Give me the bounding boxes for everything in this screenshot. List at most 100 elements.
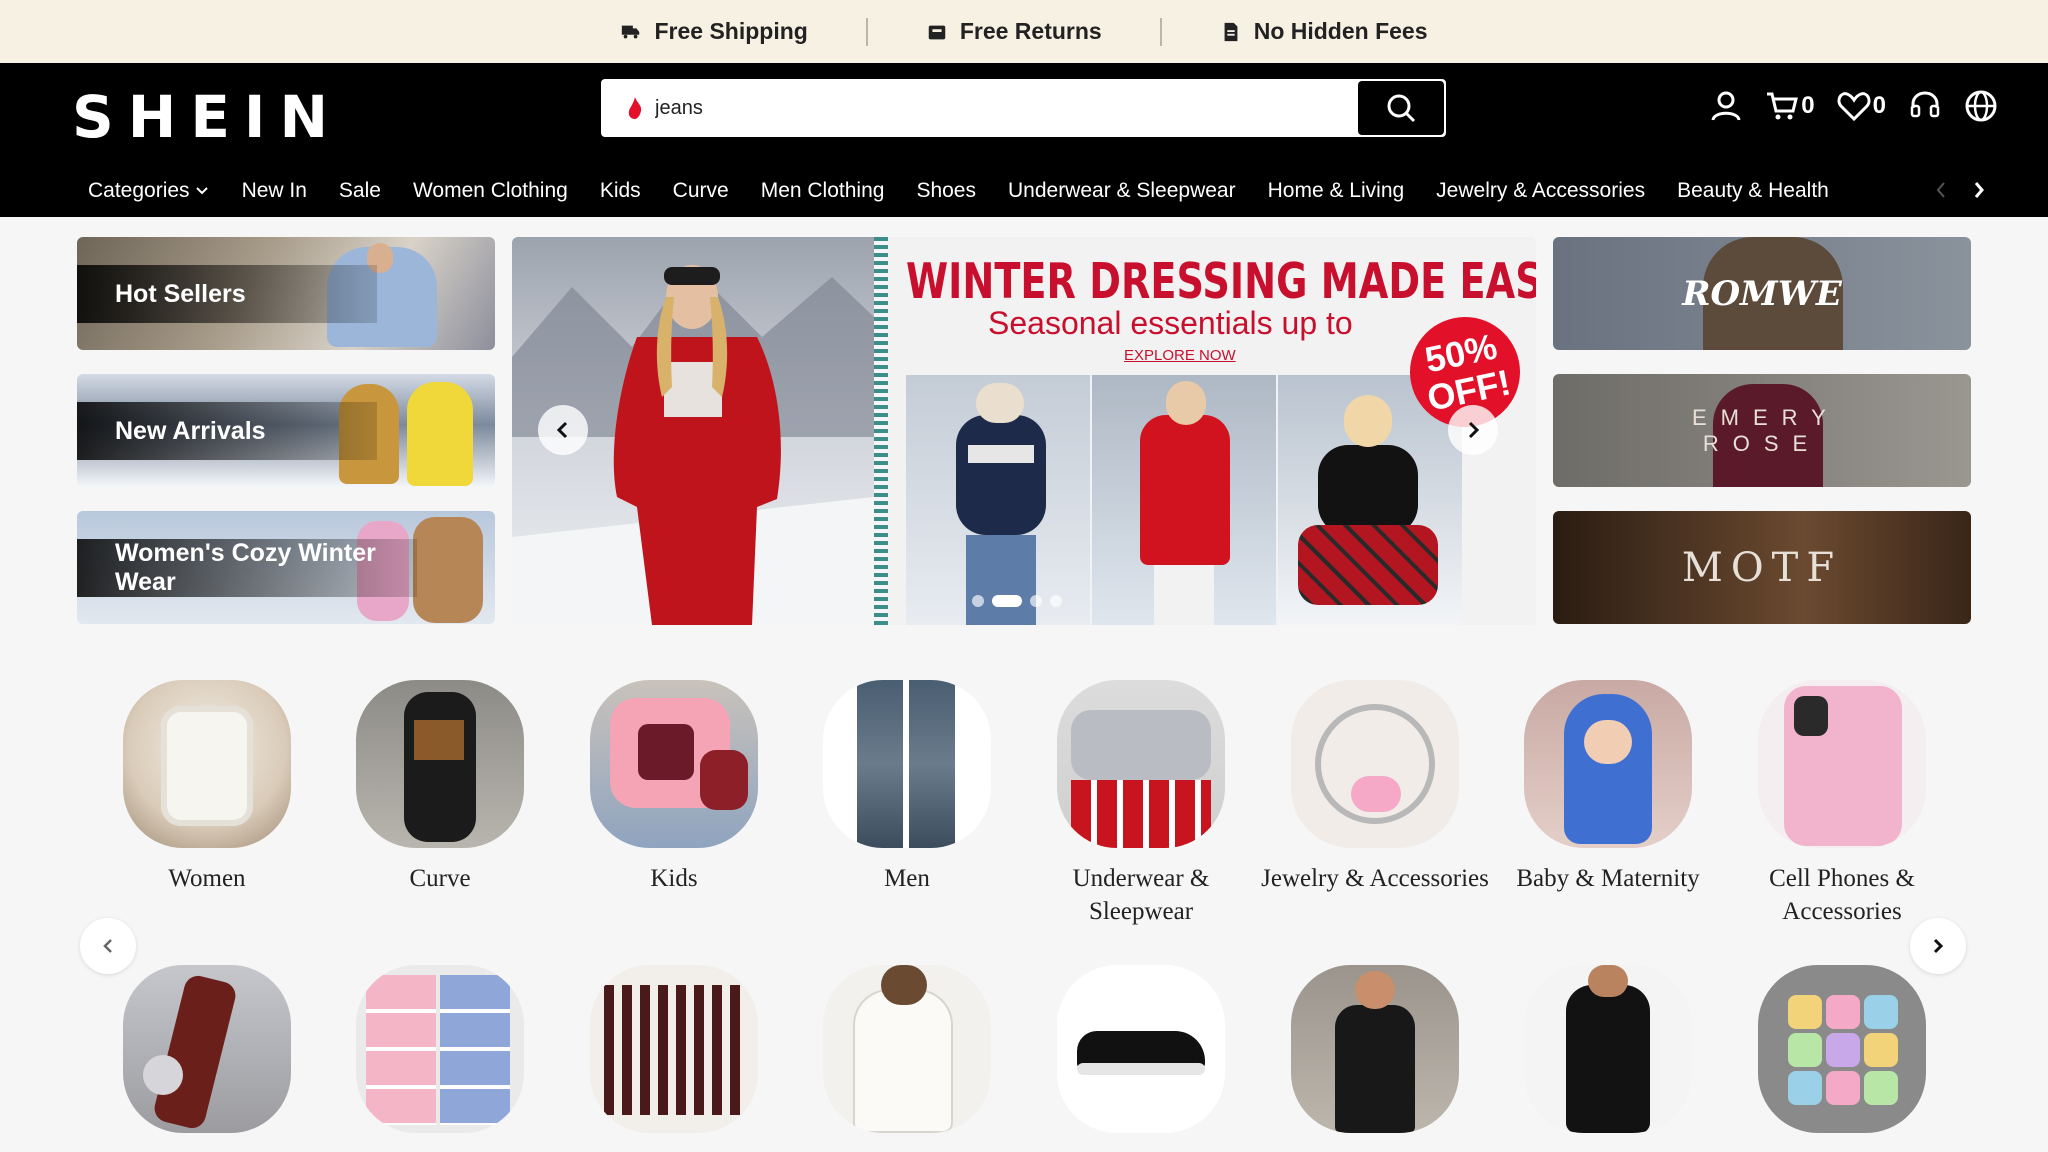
site-header: SHEIN 0 0 Categories [0,63,2048,217]
nav-jewelry-accessories[interactable]: Jewelry & Accessories [1436,179,1645,203]
chevron-left-icon[interactable] [1932,178,1950,202]
carousel-dot[interactable] [1030,595,1042,607]
brand-emery-rose[interactable]: EMERY ROSE [1553,374,1971,487]
carousel-dot[interactable] [1050,595,1062,607]
nav-curve[interactable]: Curve [673,179,729,203]
promo-strip: Free Shipping Free Returns No Hidden Fee… [0,0,2048,63]
category-image [1758,680,1926,848]
brand-name: EMERY ROSE [1692,404,1840,456]
category-women[interactable]: Women [90,680,324,895]
category-label: Curve [409,865,471,892]
chevron-right-icon [1468,421,1480,439]
brand-name: ROMWE [1682,273,1842,314]
truck-icon [622,25,640,38]
promo-no-hidden-fees[interactable]: No Hidden Fees [1162,18,1486,45]
category-label: Jewelry & Accessories [1261,865,1489,892]
header-actions: 0 0 [1709,89,1998,123]
category-tile[interactable] [1024,965,1258,1133]
category-tile[interactable] [90,965,324,1133]
heart-icon [1837,92,1871,122]
cart-icon [1767,92,1799,120]
carousel-dots [972,595,1062,607]
carousel-dot[interactable] [972,595,984,607]
nav-underwear-sleepwear[interactable]: Underwear & Sleepwear [1008,179,1236,203]
receipt-icon [1224,22,1238,41]
chevron-right-icon[interactable] [1970,178,1988,202]
category-baby-maternity[interactable]: Baby & Maternity [1491,680,1725,895]
category-image [1057,965,1225,1133]
category-men[interactable]: Men [790,680,1024,895]
cart-button[interactable]: 0 [1765,89,1815,123]
nav-label: Categories [88,179,190,202]
nav-men-clothing[interactable]: Men Clothing [761,179,885,203]
cart-count: 0 [1801,92,1815,119]
promo-label: No Hidden Fees [1253,18,1428,44]
search-button[interactable] [1358,81,1444,135]
category-tile[interactable] [790,965,1024,1133]
category-cell-phones-accessories[interactable]: Cell Phones & Accessories [1725,680,1959,928]
category-underwear-sleepwear[interactable]: Underwear & Sleepwear [1024,680,1258,928]
category-image [1291,680,1459,848]
nav-sale[interactable]: Sale [339,179,381,203]
category-label: Baby & Maternity [1516,865,1700,892]
nav-home-living[interactable]: Home & Living [1268,179,1405,203]
category-image [590,680,758,848]
nav-kids[interactable]: Kids [600,179,641,203]
tile-new-arrivals[interactable]: New Arrivals [77,374,495,487]
language-button[interactable] [1964,89,1998,123]
nav-beauty-health[interactable]: Beauty & Health [1677,179,1829,203]
category-image [1524,965,1692,1133]
category-image [823,965,991,1133]
carousel-prev-button[interactable] [538,405,588,455]
carousel-next-button[interactable] [1448,405,1498,455]
category-kids[interactable]: Kids [557,680,791,895]
category-jewelry-accessories[interactable]: Jewelry & Accessories [1258,680,1492,895]
nav-categories[interactable]: Categories [88,179,210,203]
search-icon [1387,94,1416,123]
tile-label: Women's Cozy Winter Wear [77,539,417,597]
category-image [356,965,524,1133]
chevron-left-icon [103,939,112,953]
category-curve[interactable]: Curve [323,680,557,895]
hero-carousel[interactable]: WINTER DRESSING MADE EASY Seasonal essen… [512,237,1536,625]
carousel-dot-active[interactable] [992,595,1022,607]
category-image [1291,965,1459,1133]
account-button[interactable] [1709,89,1743,123]
chevron-down-icon [195,187,208,195]
flame-icon [628,97,642,119]
brand-tiles: ROMWE EMERY ROSE MOTF [1553,237,1971,648]
tile-cozy-winter[interactable]: Women's Cozy Winter Wear [77,511,495,624]
promo-free-returns[interactable]: Free Returns [868,18,1160,45]
wishlist-button[interactable]: 0 [1837,89,1886,123]
brand-romwe[interactable]: ROMWE [1553,237,1971,350]
category-tile[interactable] [1258,965,1492,1133]
chevron-right-icon [1933,938,1944,954]
category-image [356,680,524,848]
category-tile[interactable] [1491,965,1725,1133]
hero-subtitle: Seasonal essentials up to [988,305,1353,341]
search-input[interactable] [603,81,1358,135]
globe-icon [1965,90,1997,122]
category-image [123,680,291,848]
promo-free-shipping[interactable]: Free Shipping [562,18,865,45]
tile-label: New Arrivals [77,402,377,460]
chevron-left-icon [556,421,568,439]
hero-title: WINTER DRESSING MADE EASY [906,253,1536,310]
shein-logo[interactable]: SHEIN [72,83,342,151]
promo-label: Free Returns [959,18,1102,44]
category-tile[interactable] [557,965,791,1133]
category-image [823,680,991,848]
nav-shoes[interactable]: Shoes [916,179,976,203]
category-tile[interactable] [1725,965,1959,1133]
hero-photo-red-coat [1092,375,1276,625]
category-tile[interactable] [323,965,557,1133]
tile-hot-sellers[interactable]: Hot Sellers [77,237,495,350]
support-button[interactable] [1908,89,1942,123]
category-image [1758,965,1926,1133]
nav-women-clothing[interactable]: Women Clothing [413,179,568,203]
category-label: Cell Phones & Accessories [1769,865,1915,925]
explore-now-link[interactable]: EXPLORE NOW [1124,347,1236,364]
nav-new-in[interactable]: New In [242,179,307,203]
brand-motf[interactable]: MOTF [1553,511,1971,624]
nav-scroll-controls [1932,178,1988,202]
